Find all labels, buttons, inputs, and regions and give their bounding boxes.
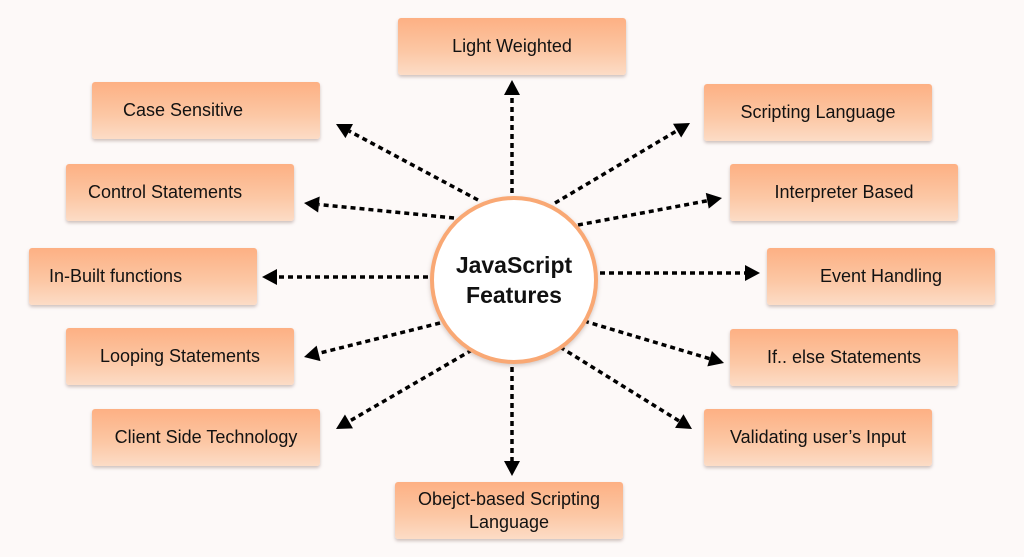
feature-object-based-scripting-language: Obejct-based Scripting Language: [395, 482, 623, 539]
feature-case-sensitive: Case Sensitive: [92, 82, 320, 139]
dotted-line: [554, 129, 678, 205]
arrow-to-object-based-scripting: [504, 367, 520, 476]
feature-label: Scripting Language: [740, 102, 896, 122]
arrow-to-if-else-statements: [583, 319, 724, 367]
arrow-to-looping-statements: [304, 321, 441, 362]
feature-label: Looping Statements: [99, 346, 261, 366]
arrowhead-icon: [262, 269, 277, 285]
dotted-line: [348, 348, 473, 423]
arrowhead-icon: [504, 461, 520, 476]
feature-label: If.. else Statements: [766, 347, 922, 367]
feature-label: Client Side Technology: [114, 427, 298, 447]
feature-label: Event Handling: [819, 266, 943, 286]
feature-label: In-Built functions: [49, 266, 183, 286]
feature-interpreter-based: Interpreter Based: [730, 164, 958, 221]
feature-label: Control Statements: [88, 182, 243, 202]
dotted-line: [559, 345, 681, 423]
feature-scripting-language: Scripting Language: [704, 84, 932, 141]
feature-light-weighted: Light Weighted: [398, 18, 626, 75]
feature-event-handling: Event Handling: [767, 248, 995, 305]
arrow-to-client-side-technology: [336, 348, 473, 429]
feature-validating-users-input: Validating user’s Input: [704, 409, 932, 466]
feature-control-statements: Control Statements: [66, 164, 294, 221]
feature-label: Obejct-based Scripting: [417, 488, 601, 509]
arrowhead-icon: [707, 351, 724, 367]
arrow-to-case-sensitive: [336, 124, 479, 202]
arrow-to-light-weighted: [504, 80, 520, 193]
arrowhead-icon: [745, 265, 760, 281]
feature-in-built-functions: In-Built functions: [29, 248, 257, 305]
feature-looping-statements: Looping Statements: [66, 328, 294, 385]
arrowhead-icon: [304, 345, 321, 362]
dotted-line: [318, 202, 455, 220]
arrow-to-control-statements: [304, 196, 455, 220]
feature-if-else-statements: If.. else Statements: [730, 329, 958, 386]
arrowhead-icon: [304, 196, 320, 213]
arrow-to-event-handling: [600, 265, 760, 281]
arrow-to-validating-users-input: [559, 345, 692, 429]
hub-title-line1: JavaScript: [455, 252, 573, 278]
arrow-to-in-built-functions: [262, 269, 428, 285]
dotted-line: [577, 199, 708, 227]
feature-client-side-technology: Client Side Technology: [92, 409, 320, 466]
arrowhead-icon: [705, 192, 722, 209]
feature-label-line2: Language: [468, 511, 550, 532]
arrow-to-scripting-language: [554, 123, 690, 205]
feature-label: Validating user’s Input: [729, 427, 907, 447]
central-hub-javascript-features: JavaScript Features: [430, 196, 598, 364]
arrow-to-interpreter-based: [577, 192, 722, 227]
arrowhead-icon: [673, 123, 690, 138]
feature-label: Case Sensitive: [123, 100, 244, 120]
hub-title-line2: Features: [466, 282, 562, 308]
arrowhead-icon: [504, 80, 520, 95]
dotted-line: [583, 319, 711, 361]
feature-label: Interpreter Based: [774, 182, 914, 202]
dotted-line: [318, 321, 441, 356]
feature-label: Light Weighted: [452, 36, 572, 56]
arrowhead-icon: [336, 414, 353, 429]
dotted-line: [348, 129, 479, 202]
